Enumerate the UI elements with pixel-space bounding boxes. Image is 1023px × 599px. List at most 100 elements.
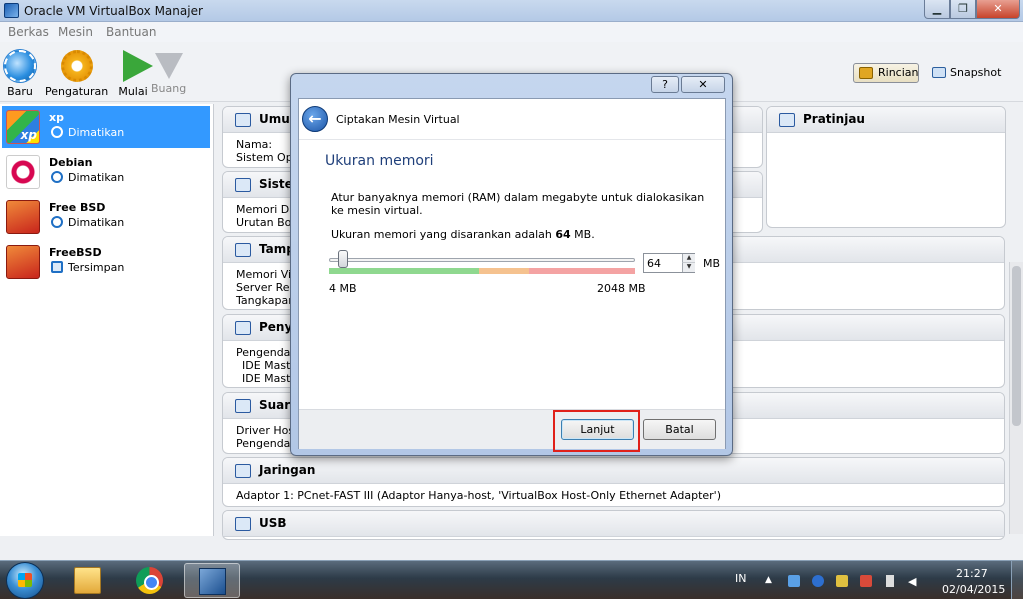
snapshot-toggle-button[interactable]: Snapshot [930,66,1001,79]
next-button-highlight [553,410,640,452]
vm-item-xp[interactable]: xp Dimatikan [2,106,210,148]
dialog-title: Ciptakan Mesin Virtual [336,113,460,126]
page-heading: Ukuran memori [325,153,434,169]
camera-icon [932,67,946,78]
vm-list: xp Dimatikan Debian Dimatikan Free BSD D… [0,104,214,536]
vm-state: Dimatikan [68,216,125,229]
network-section-header[interactable]: Jaringan [223,458,1004,484]
cancel-button[interactable]: Batal [643,419,716,440]
dialog-footer: Lanjut Batal [299,409,725,449]
menu-mesin[interactable]: Mesin [58,25,93,39]
vm-name: FreeBSD [49,246,102,259]
slider-zone-warning [479,268,529,274]
window-titlebar: Oracle VM VirtualBox Manajer [0,0,1023,22]
slider-zone-safe [329,268,479,274]
usb-section-header[interactable]: USB [223,511,1004,537]
create-vm-dialog: ? ✕ ← Ciptakan Mesin Virtual Ukuran memo… [290,73,733,456]
menu-berkas[interactable]: Berkas [8,25,49,39]
discard-arrow-icon [154,53,183,79]
details-toggle-button[interactable]: Rincian [853,63,919,83]
details-scrollbar[interactable] [1009,262,1023,534]
usb-title: USB [259,516,287,530]
flag-icon[interactable] [836,575,848,587]
freebsd-os-icon [6,200,40,234]
system-chip-icon [235,178,251,192]
new-vm-icon [4,50,36,82]
usb-icon [235,517,251,531]
memory-input[interactable] [644,254,680,272]
help-button[interactable]: ? [651,76,679,93]
spin-down-button[interactable]: ▼ [682,263,695,272]
slider-max-label: 2048 MB [597,282,646,295]
memory-slider-track[interactable] [329,258,635,262]
windows-xp-os-icon [6,110,40,144]
preview-section-header[interactable]: Pratinjau [767,107,1005,133]
vm-name: Debian [49,156,93,169]
settings-button[interactable]: Pengaturan [45,50,108,98]
memory-unit: MB [703,257,721,270]
discard-label: Buang [151,82,187,95]
debian-os-icon [6,155,40,189]
battery-icon[interactable] [886,575,894,587]
storage-disk-icon [235,321,251,335]
volume-icon[interactable]: ◀ [908,575,920,588]
usb-section: USB [222,510,1005,540]
vm-item-free-bsd[interactable]: Free BSD Dimatikan [2,196,210,238]
network-icon [235,464,251,478]
spin-up-button[interactable]: ▲ [682,254,695,263]
maximize-button[interactable]: ❐ [950,0,976,19]
vm-item-freebsd[interactable]: FreeBSD Tersimpan [2,241,210,283]
taskbar-chrome[interactable] [122,563,178,598]
dropbox-icon[interactable] [788,575,800,587]
saved-state-icon [51,261,63,273]
network-line: Adaptor 1: PCnet-FAST III (Adaptor Hanya… [236,489,721,502]
taskbar-explorer[interactable] [60,563,116,598]
network-warning-icon[interactable] [860,575,872,587]
menu-bar: Berkas Mesin Bantuan [0,22,1023,42]
memory-slider-handle[interactable] [337,250,348,268]
virtualbox-app-icon [4,3,19,18]
window-title: Oracle VM VirtualBox Manajer [24,4,203,18]
start-arrow-icon [123,50,153,82]
dialog-content: ← Ciptakan Mesin Virtual Ukuran memori A… [298,98,726,449]
bluetooth-icon[interactable] [812,575,824,587]
clock-date[interactable]: 02/04/2015 [942,583,1005,596]
vm-name: Free BSD [49,201,106,214]
preview-icon [779,113,795,127]
new-vm-button[interactable]: Baru [4,50,36,98]
display-monitor-icon [235,243,251,257]
details-icon [859,67,873,79]
power-off-icon [51,171,63,183]
memory-slider-zones [329,268,635,274]
power-off-icon [51,126,63,138]
start-label: Mulai [118,85,148,98]
details-label: Rincian [878,66,919,79]
network-title: Jaringan [259,463,316,477]
close-window-button[interactable]: ✕ [976,0,1020,19]
recommended-suffix: MB. [570,228,595,241]
vm-state: Tersimpan [68,261,125,274]
snapshot-label: Snapshot [950,66,1002,79]
recommended-prefix: Ukuran memori yang disarankan adalah [331,228,556,241]
language-indicator[interactable]: IN [735,572,746,599]
start-button[interactable]: Mulai [113,50,153,98]
show-hidden-icons-icon[interactable]: ▲ [765,575,777,587]
discard-button[interactable]: Buang [151,50,186,95]
freebsd-os-icon [6,245,40,279]
speaker-icon [235,399,251,413]
vm-item-debian[interactable]: Debian Dimatikan [2,151,210,193]
scrollbar-thumb[interactable] [1012,266,1021,426]
start-orb-icon[interactable] [6,562,44,599]
vm-name: xp [49,111,64,124]
minimize-button[interactable]: ▁ [924,0,950,19]
menu-bantuan[interactable]: Bantuan [106,25,156,39]
back-arrow-icon[interactable]: ← [302,106,328,132]
dialog-close-button[interactable]: ✕ [681,76,725,93]
taskbar-virtualbox[interactable] [184,563,240,598]
show-desktop-button[interactable] [1011,561,1023,599]
page-description: Atur banyaknya memori (RAM) dalam megaby… [331,191,705,217]
memory-spinbox: ▲ ▼ [643,253,695,273]
settings-label: Pengaturan [45,85,109,98]
network-section: Jaringan Adaptor 1: PCnet-FAST III (Adap… [222,457,1005,507]
clock-time[interactable]: 21:27 [956,567,988,580]
